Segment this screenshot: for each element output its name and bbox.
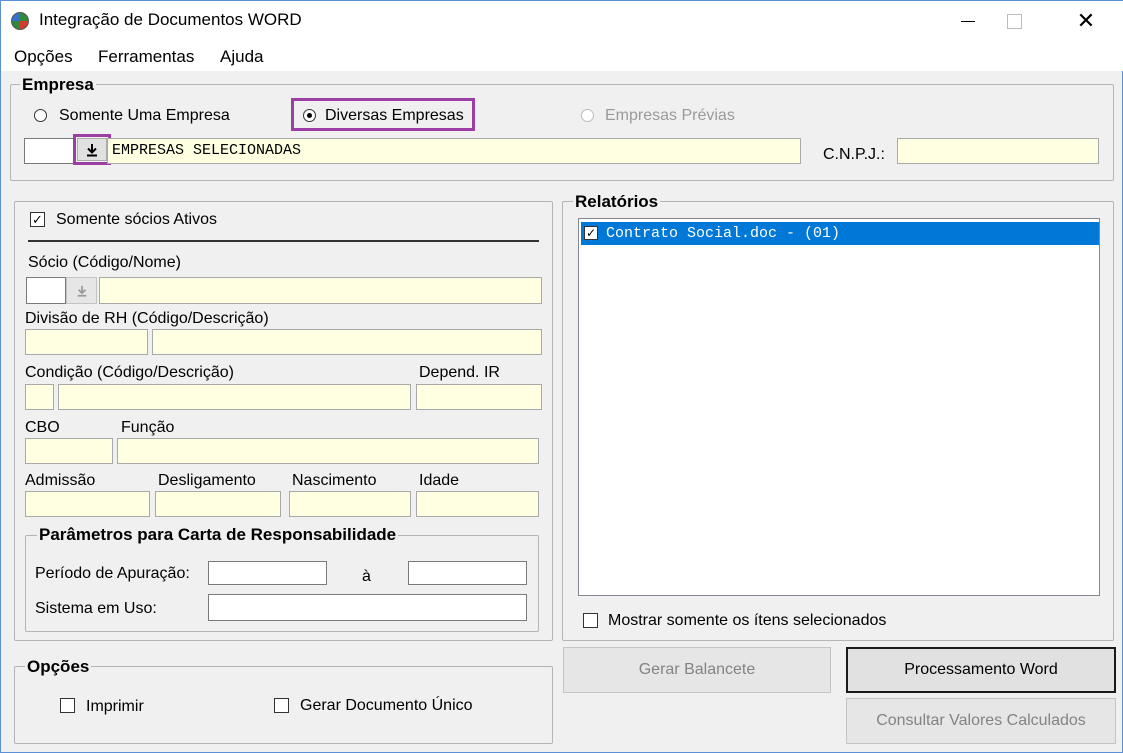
empresa-code-input[interactable] [24, 138, 74, 164]
socio-separator [28, 240, 539, 242]
title-bar: Integração de Documentos WORD ✕ [1, 1, 1123, 41]
desligamento-label: Desligamento [158, 472, 256, 489]
admissao-field[interactable] [25, 491, 150, 517]
sistema-uso-input[interactable] [208, 594, 527, 621]
check-icon: ✓ [585, 226, 597, 240]
cnpj-field[interactable] [897, 138, 1099, 164]
funcao-field[interactable] [117, 438, 539, 464]
depend-ir-field[interactable] [416, 384, 542, 410]
window-title: Integração de Documentos WORD [39, 10, 302, 29]
condicao-desc-field[interactable] [58, 384, 411, 410]
mostrar-selecionados-label: Mostrar somente os ítens selecionados [608, 612, 887, 629]
idade-label: Idade [419, 472, 460, 489]
cnpj-label: C.N.P.J.: [823, 146, 885, 163]
empresa-lookup-button[interactable] [77, 138, 107, 161]
radio-somente-uma-empresa-label: Somente Uma Empresa [59, 107, 230, 124]
gerar-balancete-button[interactable]: Gerar Balancete [563, 647, 831, 693]
empresa-legend: Empresa [20, 75, 96, 95]
periodo-fim-input[interactable] [408, 561, 527, 585]
app-globe-icon [11, 12, 29, 30]
main-window: Integração de Documentos WORD ✕ Opções F… [0, 0, 1123, 753]
somente-socios-ativos-checkbox[interactable]: ✓ [30, 212, 45, 227]
somente-socios-ativos-label: Somente sócios Ativos [56, 211, 217, 228]
radio-empresas-previas-label: Empresas Prévias [605, 107, 735, 124]
socio-lookup-button[interactable] [66, 277, 97, 304]
radio-diversas-empresas[interactable] [303, 109, 316, 122]
idade-field[interactable] [416, 491, 539, 517]
relatorios-list[interactable] [578, 218, 1100, 596]
mostrar-selecionados-checkbox[interactable] [583, 613, 598, 628]
close-icon: ✕ [1076, 8, 1096, 33]
maximize-button[interactable] [991, 1, 1037, 41]
sistema-uso-label: Sistema em Uso: [35, 600, 157, 617]
gerar-documento-unico-checkbox[interactable] [274, 698, 289, 713]
admissao-label: Admissão [25, 472, 96, 489]
relatorio-item-label: Contrato Social.doc - (01) [606, 225, 841, 242]
minimize-icon [961, 20, 975, 22]
maximize-icon [1006, 13, 1022, 29]
relatorio-item-checkbox[interactable]: ✓ [584, 226, 598, 240]
depend-ir-label: Depend. IR [419, 364, 500, 381]
relatorio-item-contrato-social[interactable]: ✓ Contrato Social.doc - (01) [581, 222, 1099, 245]
periodo-inicio-input[interactable] [208, 561, 327, 585]
minimize-button[interactable] [945, 1, 991, 41]
periodo-ate-label: à [362, 568, 371, 585]
condicao-code-field[interactable] [25, 384, 54, 410]
radio-somente-uma-empresa[interactable] [34, 109, 47, 122]
empresa-name-field[interactable]: EMPRESAS SELECIONADAS [107, 138, 801, 164]
download-arrow-icon [77, 285, 86, 297]
socio-code-input[interactable] [26, 277, 66, 304]
nascimento-field[interactable] [289, 491, 411, 517]
divisao-rh-label: Divisão de RH (Código/Descrição) [25, 310, 269, 327]
funcao-label: Função [121, 419, 175, 436]
nascimento-label: Nascimento [292, 472, 377, 489]
relatorios-legend: Relatórios [573, 192, 661, 212]
menu-opcoes[interactable]: Opções [14, 47, 73, 67]
consultar-valores-calculados-button[interactable]: Consultar Valores Calculados [846, 698, 1116, 744]
socio-name-field[interactable] [99, 277, 542, 304]
opcoes-legend: Opções [25, 657, 92, 677]
periodo-apuracao-label: Período de Apuração: [35, 565, 190, 582]
close-button[interactable]: ✕ [1063, 1, 1109, 41]
socio-label: Sócio (Código/Nome) [28, 254, 181, 271]
imprimir-label: Imprimir [86, 698, 144, 715]
check-icon: ✓ [32, 212, 43, 227]
divisao-rh-desc-field[interactable] [152, 329, 542, 355]
cbo-label: CBO [25, 419, 60, 436]
radio-empresas-previas[interactable] [581, 109, 594, 122]
menu-ajuda[interactable]: Ajuda [220, 47, 263, 67]
empresa-group [10, 84, 1114, 181]
imprimir-checkbox[interactable] [60, 698, 75, 713]
radio-diversas-empresas-label: Diversas Empresas [325, 107, 464, 124]
gerar-documento-unico-label: Gerar Documento Único [300, 697, 473, 714]
processamento-word-button[interactable]: Processamento Word [846, 647, 1116, 693]
desligamento-field[interactable] [155, 491, 281, 517]
menu-ferramentas[interactable]: Ferramentas [98, 47, 194, 67]
download-arrow-icon [87, 143, 97, 156]
condicao-label: Condição (Código/Descrição) [25, 364, 234, 381]
carta-legend: Parâmetros para Carta de Responsabilidad… [37, 525, 399, 545]
divisao-rh-code-field[interactable] [25, 329, 148, 355]
cbo-field[interactable] [25, 438, 113, 464]
